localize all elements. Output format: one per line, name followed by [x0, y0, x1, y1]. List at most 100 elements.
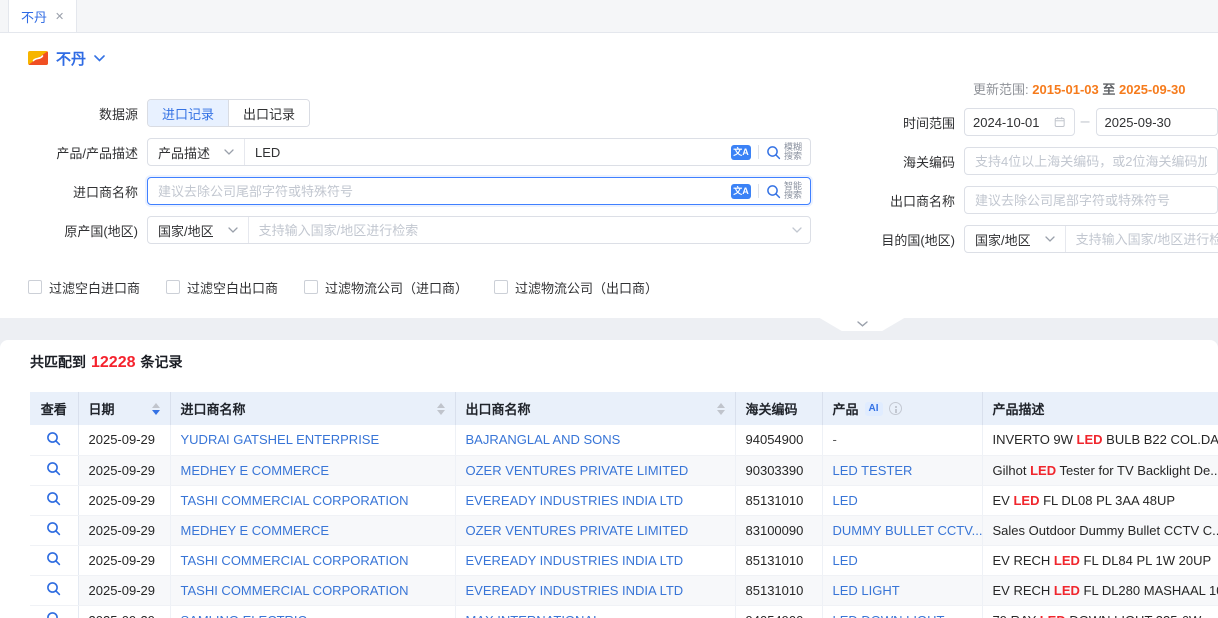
product-link[interactable]: LED LIGHT [833, 583, 900, 598]
exporter-link[interactable]: BAJRANGLAL AND SONS [466, 432, 621, 447]
product-cell: LED [822, 545, 982, 575]
exporter-link[interactable]: OZER VENTURES PRIVATE LIMITED [466, 523, 689, 538]
results-summary: 共匹配到12228条记录 [30, 352, 1218, 372]
column-header: 海关编码 [735, 392, 822, 425]
checkbox-box[interactable] [494, 280, 508, 294]
exporter-cell: EVEREADY INDUSTRIES INDIA LTD [455, 545, 735, 575]
country-name[interactable]: 不丹 [56, 48, 86, 69]
chevron-down-icon[interactable] [94, 55, 105, 62]
filter-checkbox[interactable]: 过滤物流公司（出口商） [494, 278, 658, 297]
search-icon [46, 431, 61, 446]
smart-search-button[interactable]: 智能搜索 [766, 182, 802, 201]
search-icon [766, 184, 781, 199]
origin-type-select[interactable]: 国家/地区 [148, 217, 249, 243]
update-range-to: 2025-09-30 [1119, 82, 1186, 97]
chevron-down-icon[interactable] [792, 227, 802, 233]
exporter-input-group [964, 186, 1218, 214]
view-record-button[interactable] [30, 485, 78, 515]
importer-link[interactable]: SAMLING ELECTRIC [181, 613, 307, 618]
date-to-input-wrap [1096, 108, 1218, 136]
product-link[interactable]: DUMMY BULLET CCTV... [833, 523, 983, 538]
tab-bhutan[interactable]: 不丹 ✕ [8, 0, 77, 32]
filter-checkbox[interactable]: 过滤空白出口商 [166, 278, 278, 297]
update-range-from: 2015-01-03 [1032, 82, 1099, 97]
search-icon [46, 521, 61, 536]
translate-icon[interactable]: 文A [731, 145, 751, 160]
importer-link[interactable]: MEDHEY E COMMERCE [181, 463, 330, 478]
importer-link[interactable]: MEDHEY E COMMERCE [181, 523, 330, 538]
import-records-tab[interactable]: 进口记录 [148, 100, 228, 126]
exporter-link[interactable]: EVEREADY INDUSTRIES INDIA LTD [466, 493, 684, 508]
exporter-link[interactable]: OZER VENTURES PRIVATE LIMITED [466, 463, 689, 478]
view-record-button[interactable] [30, 425, 78, 455]
checkbox-label: 过滤物流公司（出口商） [515, 278, 658, 297]
product-search-input[interactable] [245, 145, 731, 160]
destination-country-input[interactable] [1066, 232, 1218, 247]
country-header: 不丹 [0, 33, 1218, 69]
product-link[interactable]: LED [833, 493, 858, 508]
hs-code-input[interactable] [965, 154, 1217, 169]
checkbox-box[interactable] [166, 280, 180, 294]
search-icon [46, 491, 61, 506]
destination-type-select[interactable]: 国家/地区 [965, 226, 1066, 252]
product-cell: LED LIGHT [822, 575, 982, 605]
column-label: 日期 [89, 399, 115, 418]
date-to-input[interactable] [1105, 115, 1209, 130]
update-range-label: 更新范围: [973, 82, 1029, 97]
destination-input-group: 国家/地区 [964, 225, 1218, 253]
exporter-link[interactable]: EVEREADY INDUSTRIES INDIA LTD [466, 553, 684, 568]
sort-icon[interactable] [437, 403, 445, 415]
exporter-link[interactable]: MAX INTERNATIONAL [466, 613, 601, 618]
product-type-select[interactable]: 产品描述 [148, 139, 245, 165]
exporter-link[interactable]: EVEREADY INDUSTRIES INDIA LTD [466, 583, 684, 598]
column-header: 产品AI [822, 392, 982, 425]
column-label: 查看 [41, 402, 67, 417]
view-record-button[interactable] [30, 575, 78, 605]
product-link[interactable]: LED [833, 553, 858, 568]
column-label: 进口商名称 [181, 399, 246, 418]
view-record-button[interactable] [30, 515, 78, 545]
view-record-button[interactable] [30, 605, 78, 618]
tab-close-icon[interactable]: ✕ [55, 10, 64, 23]
importer-link[interactable]: TASHI COMMERCIAL CORPORATION [181, 583, 409, 598]
filter-checkbox[interactable]: 过滤物流公司（进口商） [304, 278, 468, 297]
origin-country-input[interactable] [249, 223, 792, 238]
filter-checkbox[interactable]: 过滤空白进口商 [28, 278, 140, 297]
table-row: 2025-09-29 MEDHEY E COMMERCE OZER VENTURES… [30, 455, 1218, 485]
column-header[interactable]: 进口商名称 [170, 392, 455, 425]
importer-link[interactable]: YUDRAI GATSHEL ENTERPRISE [181, 432, 380, 447]
column-header[interactable]: 出口商名称 [455, 392, 735, 425]
product-link[interactable]: LED DOWN LIGHT [833, 613, 945, 618]
app-root: 不丹 ✕ 不丹 数据源 进口记录 出口记录 [0, 0, 1218, 618]
match-count: 12228 [91, 354, 136, 371]
product-link[interactable]: LED TESTER [833, 463, 913, 478]
update-range-to-word: 至 [1102, 82, 1115, 97]
export-records-tab[interactable]: 出口记录 [228, 100, 309, 126]
column-header[interactable]: 日期 [78, 392, 170, 425]
data-source-toggle: 进口记录 出口记录 [147, 99, 310, 127]
ai-badge: AI [865, 402, 883, 416]
checkbox-box[interactable] [304, 280, 318, 294]
view-record-button[interactable] [30, 545, 78, 575]
sort-icon[interactable] [717, 403, 725, 415]
importer-name-input[interactable] [148, 184, 731, 199]
checkbox-label: 过滤空白出口商 [187, 278, 278, 297]
info-icon[interactable] [889, 402, 902, 415]
fuzzy-search-button[interactable]: 模糊搜索 [766, 143, 802, 162]
sort-icon[interactable] [152, 403, 160, 415]
checkbox-box[interactable] [28, 280, 42, 294]
exporter-name-input[interactable] [965, 193, 1217, 208]
importer-link[interactable]: TASHI COMMERCIAL CORPORATION [181, 493, 409, 508]
collapse-filter-handle[interactable] [818, 317, 906, 331]
importer-link[interactable]: TASHI COMMERCIAL CORPORATION [181, 553, 409, 568]
records-table: 查看日期进口商名称出口商名称海关编码产品AI产品描述 2025-09-29YUD… [30, 392, 1218, 618]
record-date: 2025-09-29 [78, 455, 170, 485]
view-record-button[interactable] [30, 455, 78, 485]
date-from-input[interactable] [973, 115, 1048, 130]
calendar-icon[interactable] [1054, 115, 1065, 129]
filter-checkbox-row: 过滤空白进口商 过滤空白出口商 过滤物流公司（进口商） 过滤物流公司（出口商） [28, 278, 1218, 296]
record-date: 2025-09-29 [78, 605, 170, 618]
translate-icon[interactable]: 文A [731, 184, 751, 199]
exporter-cell: OZER VENTURES PRIVATE LIMITED [455, 515, 735, 545]
hs-code-cell: 85131010 [735, 545, 822, 575]
